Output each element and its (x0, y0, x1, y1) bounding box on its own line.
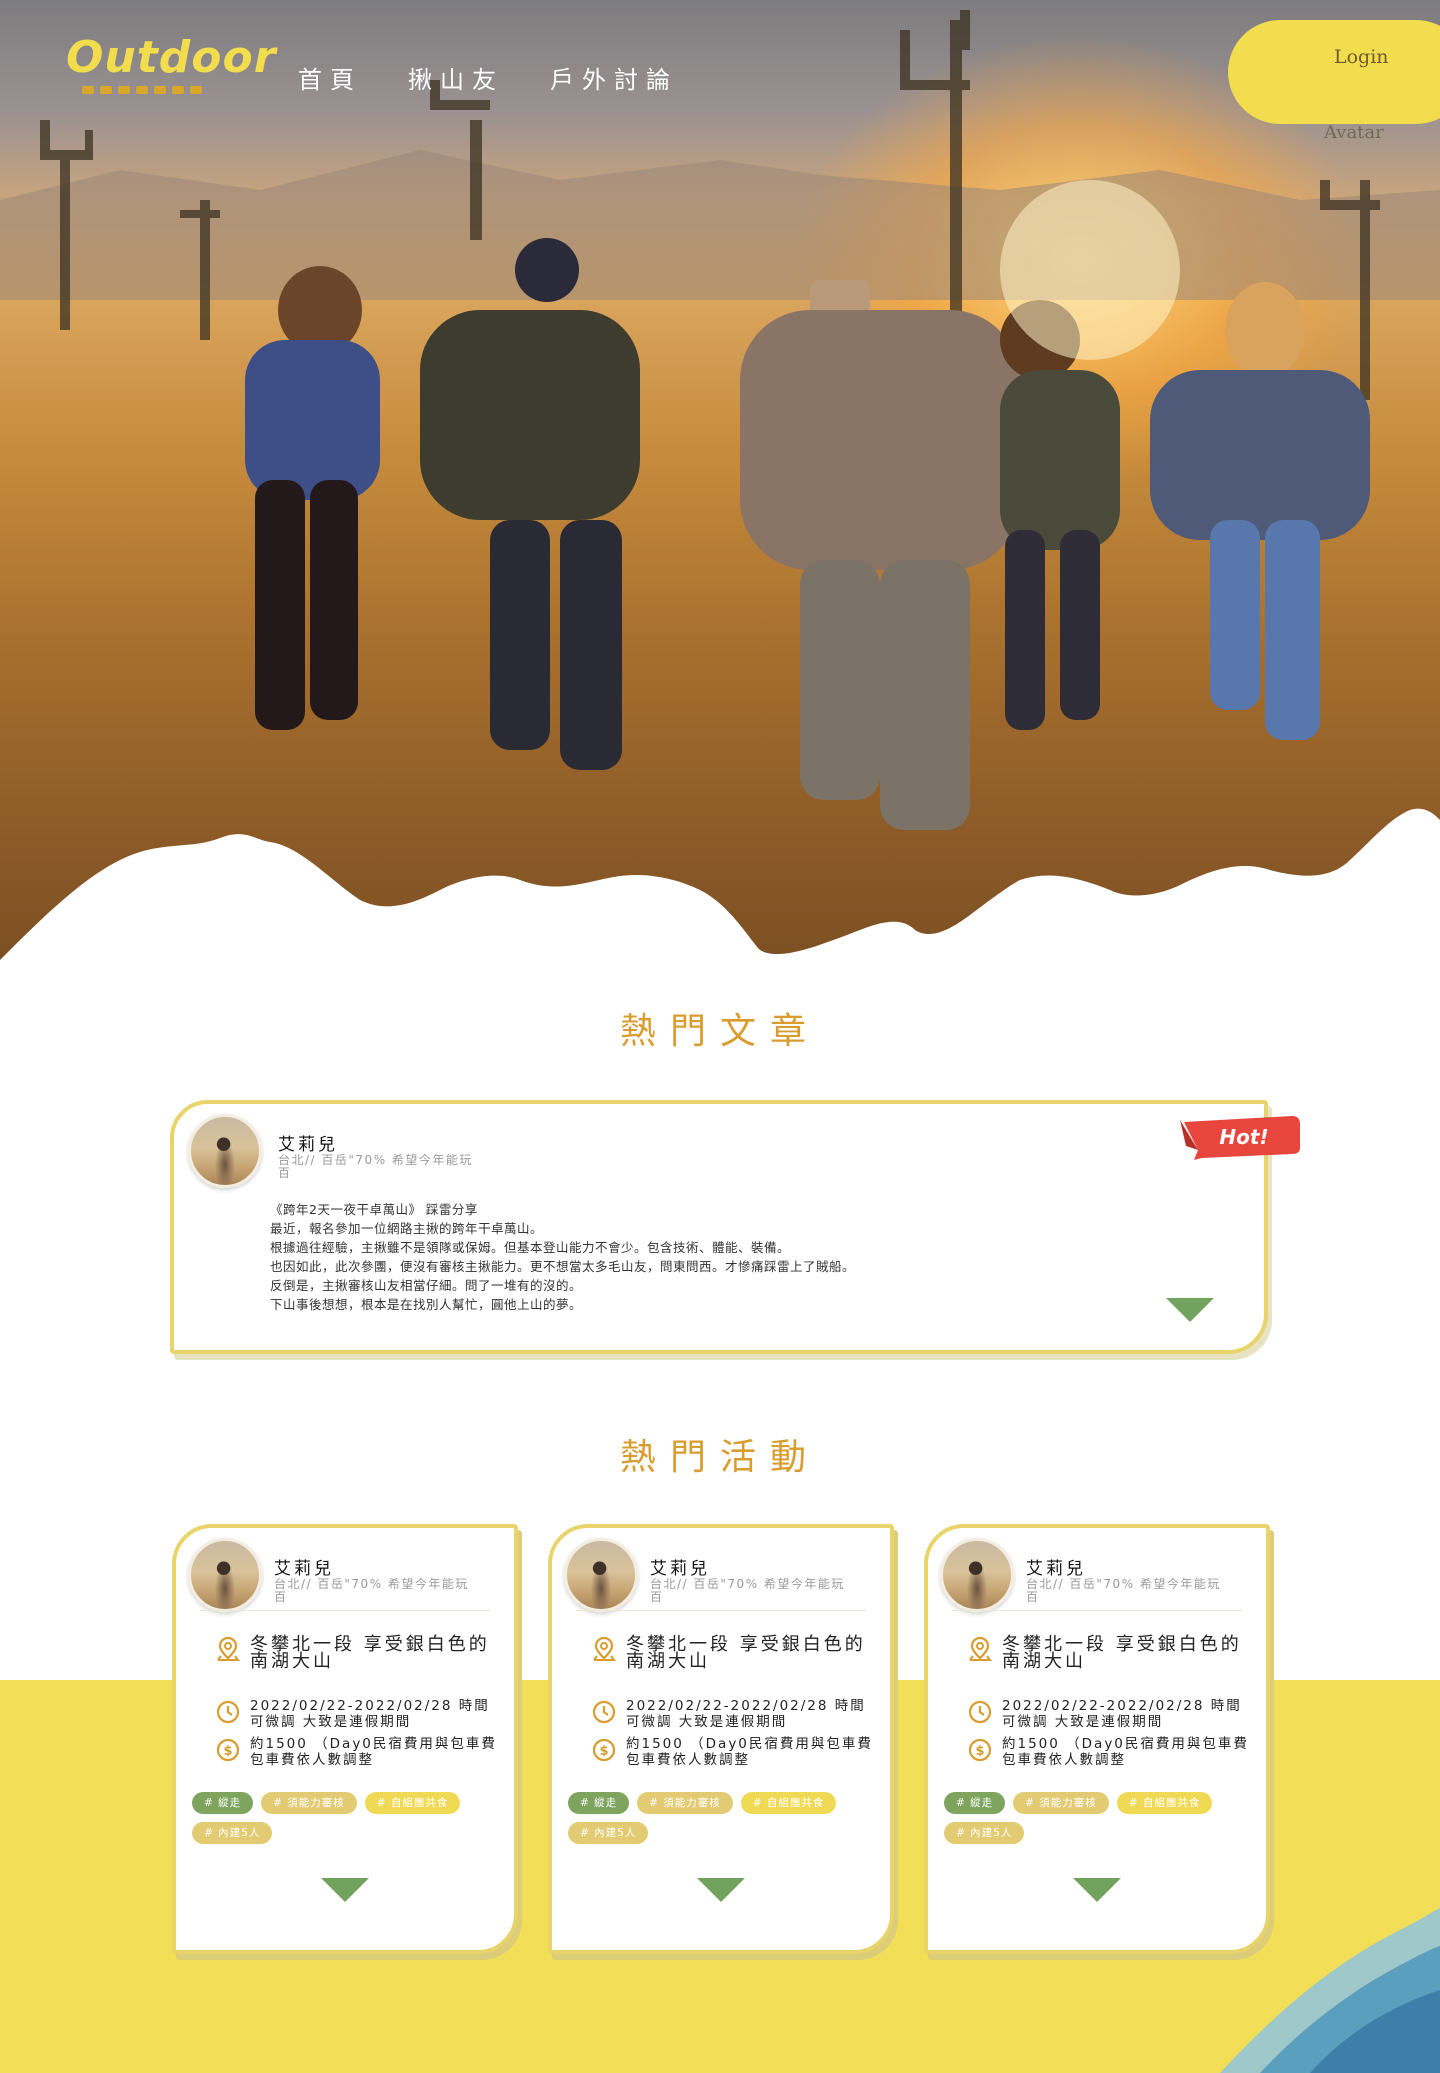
activity-date: 2022/02/22-2022/02/28 時間可微調 大致是連假期間 (1002, 1698, 1242, 1730)
activity-date: 2022/02/22-2022/02/28 時間可微調 大致是連假期間 (626, 1698, 866, 1730)
article-line: 根據過往經驗，主揪雖不是領隊或保姆。但基本登山能力不會少。包含技術、體能、裝備。 (270, 1240, 791, 1255)
activity-cost-row: $ 約1500 （Day0民宿費用與包車費包車費依人數調整 (590, 1736, 876, 1768)
hot-articles-title: 熱門文章 (619, 1011, 820, 1052)
dollar-icon: $ (966, 1736, 994, 1764)
hero-banner: Outdoor 首頁 揪山友 戶外討論 Login Avatar (0, 0, 1440, 980)
tag-list: # 縱走 # 須能力審核 # 自組團共食 # 內建5人 (568, 1792, 880, 1844)
divider (952, 1610, 1242, 1611)
tag[interactable]: # 自組團共食 (364, 1792, 461, 1814)
organizer-bio: 台北// 百岳"70% 希望今年能玩百 (1026, 1577, 1221, 1604)
login-button[interactable]: Login (1334, 46, 1389, 68)
nav-home[interactable]: 首頁 (298, 60, 362, 95)
divider (200, 1610, 490, 1611)
tag[interactable]: # 內建5人 (192, 1822, 273, 1844)
activity-location-row: 冬攀北一段 享受銀白色的南湖大山 (966, 1636, 1252, 1671)
tag[interactable]: # 須能力審核 (261, 1792, 357, 1814)
article-excerpt: 《跨年2天一夜干卓萬山》 踩雷分享 最近，報名參加一位網路主揪的跨年干卓萬山。 … (270, 1200, 855, 1314)
tag[interactable]: # 須能力審核 (1013, 1792, 1109, 1814)
tag[interactable]: # 縱走 (192, 1792, 254, 1814)
login-pill[interactable] (1228, 20, 1440, 124)
tag-list: # 縱走 # 須能力審核 # 自組團共食 # 內建5人 (944, 1792, 1256, 1844)
nav-find-partners[interactable]: 揪山友 (408, 60, 504, 95)
logo-subtitle-marks (66, 86, 276, 94)
hot-badge: Hot! (1180, 1116, 1300, 1160)
avatar-link[interactable]: Avatar (1324, 122, 1384, 143)
dollar-icon: $ (590, 1736, 618, 1764)
organizer-bio: 台北// 百岳"70% 希望今年能玩百 (650, 1577, 845, 1604)
avatar[interactable] (188, 1538, 262, 1612)
nav-outdoor-forum[interactable]: 戶外討論 (550, 60, 678, 95)
clock-icon (966, 1698, 994, 1726)
map-pin-icon (966, 1636, 994, 1664)
article-line: 也因如此，此次參團，便沒有審核主揪能力。更不想當太多毛山友，問東問西。才慘痛踩雷… (270, 1259, 856, 1274)
activity-date: 2022/02/22-2022/02/28 時間可微調 大致是連假期間 (250, 1698, 490, 1730)
organizer-name[interactable]: 艾莉兒 (650, 1554, 710, 1579)
expand-arrow-icon[interactable] (1166, 1298, 1214, 1322)
main-nav: 首頁 揪山友 戶外討論 (298, 60, 678, 95)
article-line: 《跨年2天一夜干卓萬山》 踩雷分享 (270, 1202, 478, 1217)
svg-text:$: $ (223, 1744, 232, 1759)
activity-date-row: 2022/02/22-2022/02/28 時間可微調 大致是連假期間 (214, 1698, 500, 1730)
activity-title[interactable]: 冬攀北一段 享受銀白色的南湖大山 (626, 1636, 876, 1671)
expand-arrow-icon[interactable] (1073, 1878, 1121, 1902)
organizer-name[interactable]: 艾莉兒 (274, 1554, 334, 1579)
organizer-bio: 台北// 百岳"70% 希望今年能玩百 (274, 1577, 469, 1604)
author-bio: 台北// 百岳"70% 希望今年能玩百 (278, 1153, 473, 1180)
map-pin-icon (214, 1636, 242, 1664)
map-pin-icon (590, 1636, 618, 1664)
activity-date-row: 2022/02/22-2022/02/28 時間可微調 大致是連假期間 (590, 1698, 876, 1730)
activity-cost-row: $ 約1500 （Day0民宿費用與包車費包車費依人數調整 (966, 1736, 1252, 1768)
tag-list: # 縱走 # 須能力審核 # 自組團共食 # 內建5人 (192, 1792, 504, 1844)
activity-location-row: 冬攀北一段 享受銀白色的南湖大山 (214, 1636, 500, 1671)
article-line: 下山事後想想，根本是在找別人幫忙，圓他上山的夢。 (270, 1297, 583, 1312)
avatar[interactable] (564, 1538, 638, 1612)
mountain-wave-divider (0, 808, 1440, 980)
expand-arrow-icon[interactable] (321, 1878, 369, 1902)
hot-badge-label: Hot! (1219, 1125, 1268, 1149)
article-line: 反倒是，主揪審核山友相當仔細。問了一堆有的沒的。 (270, 1278, 583, 1293)
svg-text:$: $ (599, 1744, 608, 1759)
author-name[interactable]: 艾莉兒 (278, 1130, 338, 1155)
clock-icon (590, 1698, 618, 1726)
organizer-name[interactable]: 艾莉兒 (1026, 1554, 1086, 1579)
hot-activities-title: 熱門活動 (619, 1437, 820, 1478)
activity-card[interactable]: 艾莉兒 台北// 百岳"70% 希望今年能玩百 冬攀北一段 享受銀白色的南湖大山… (924, 1524, 1270, 1954)
svg-text:$: $ (975, 1744, 984, 1759)
activity-title[interactable]: 冬攀北一段 享受銀白色的南湖大山 (250, 1636, 500, 1671)
tag[interactable]: # 內建5人 (944, 1822, 1025, 1844)
activity-cost: 約1500 （Day0民宿費用與包車費包車費依人數調整 (626, 1736, 873, 1768)
tag[interactable]: # 須能力審核 (637, 1792, 733, 1814)
activity-cost-row: $ 約1500 （Day0民宿費用與包車費包車費依人數調整 (214, 1736, 500, 1768)
tag[interactable]: # 縱走 (944, 1792, 1006, 1814)
activity-title[interactable]: 冬攀北一段 享受銀白色的南湖大山 (1002, 1636, 1252, 1671)
activity-location-row: 冬攀北一段 享受銀白色的南湖大山 (590, 1636, 876, 1671)
brand-logo[interactable]: Outdoor (66, 36, 276, 94)
article-card[interactable]: 艾莉兒 台北// 百岳"70% 希望今年能玩百 《跨年2天一夜干卓萬山》 踩雷分… (170, 1100, 1268, 1354)
tag[interactable]: # 縱走 (568, 1792, 630, 1814)
avatar[interactable] (940, 1538, 1014, 1612)
clock-icon (214, 1698, 242, 1726)
expand-arrow-icon[interactable] (697, 1878, 745, 1902)
activity-card[interactable]: 艾莉兒 台北// 百岳"70% 希望今年能玩百 冬攀北一段 享受銀白色的南湖大山… (172, 1524, 518, 1954)
activity-cost: 約1500 （Day0民宿費用與包車費包車費依人數調整 (1002, 1736, 1249, 1768)
activity-card[interactable]: 艾莉兒 台北// 百岳"70% 希望今年能玩百 冬攀北一段 享受銀白色的南湖大山… (548, 1524, 894, 1954)
tag[interactable]: # 自組團共食 (1116, 1792, 1213, 1814)
avatar[interactable] (188, 1114, 262, 1188)
divider (576, 1610, 866, 1611)
tag[interactable]: # 內建5人 (568, 1822, 649, 1844)
dollar-icon: $ (214, 1736, 242, 1764)
activity-date-row: 2022/02/22-2022/02/28 時間可微調 大致是連假期間 (966, 1698, 1252, 1730)
tag[interactable]: # 自組團共食 (740, 1792, 837, 1814)
article-line: 最近，報名參加一位網路主揪的跨年干卓萬山。 (270, 1221, 544, 1236)
activity-cost: 約1500 （Day0民宿費用與包車費包車費依人數調整 (250, 1736, 497, 1768)
logo-text: Outdoor (66, 32, 277, 83)
